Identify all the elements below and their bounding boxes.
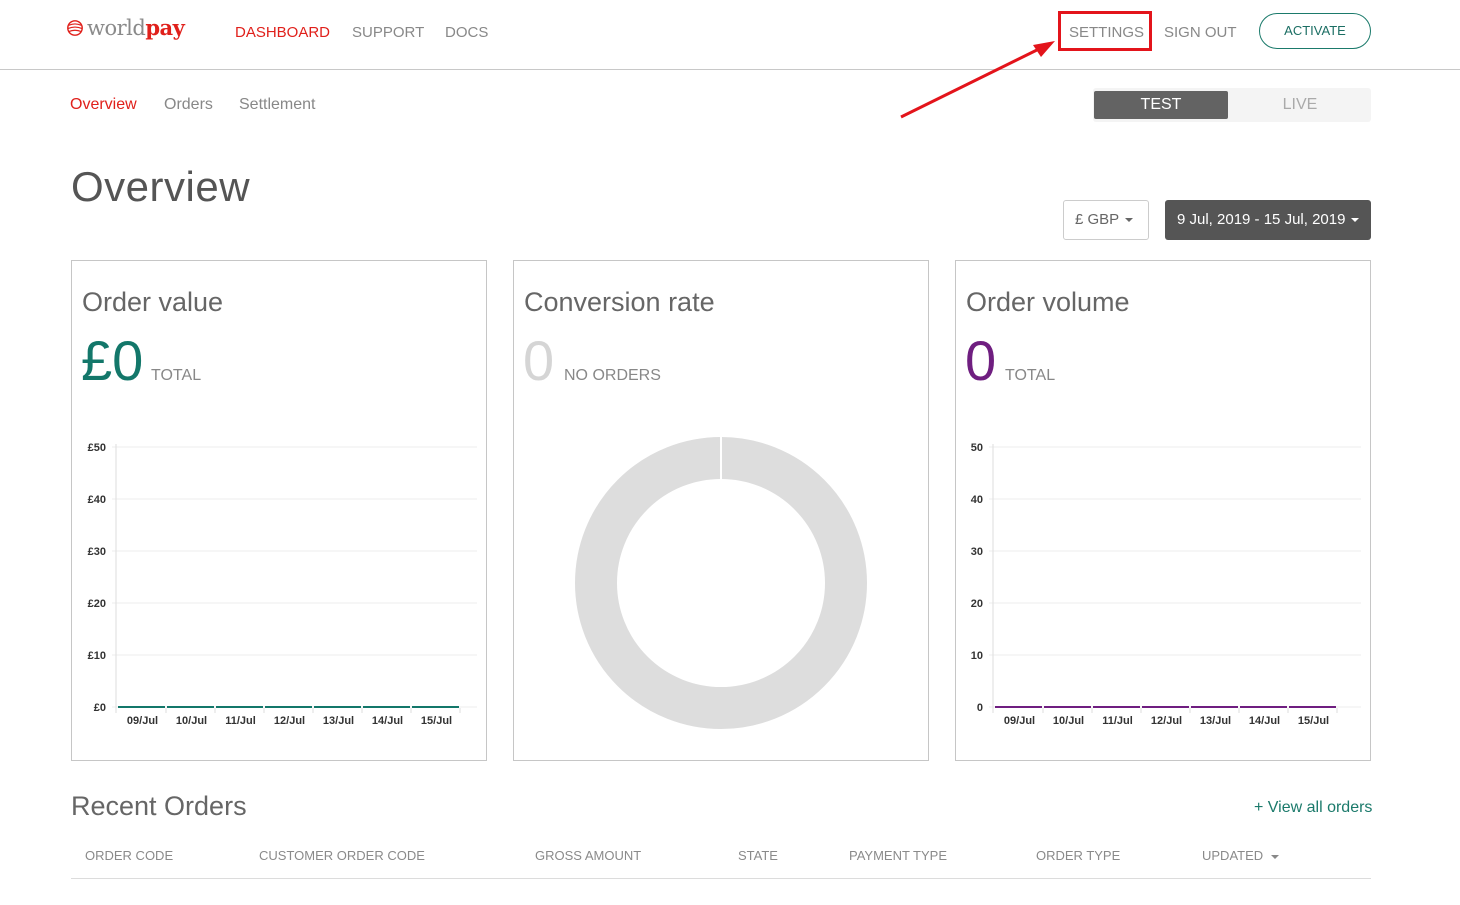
y-tick-label: £40 — [88, 494, 106, 506]
x-tick-label: 15/Jul — [421, 715, 452, 727]
y-tick-label: 50 — [971, 442, 983, 454]
order-volume-chart: 0 10 20 30 40 50 09/Jul 10/Jul 11/Jul 12/Jul 13/Ju… — [971, 442, 1361, 727]
bar — [412, 706, 459, 708]
column-header-updated[interactable]: UPDATED — [1202, 848, 1280, 863]
globe-icon — [67, 19, 83, 36]
donut-slice — [575, 437, 867, 729]
conversion-rate-donut — [575, 437, 867, 729]
conversion-rate-value: 0 — [523, 329, 555, 392]
column-header-updated-label: UPDATED — [1202, 848, 1264, 863]
settings-highlight-box — [1058, 11, 1152, 51]
caret-down-icon — [1351, 218, 1360, 223]
card-unit-label: NO ORDERS — [564, 367, 661, 384]
bar — [1191, 706, 1238, 708]
y-tick-label: £30 — [88, 546, 106, 558]
nav-docs[interactable]: DOCS — [445, 24, 488, 41]
annotation-arrow-icon — [900, 41, 1055, 119]
x-tick-label: 10/Jul — [176, 715, 207, 727]
card-title: Order value — [82, 287, 224, 317]
bar — [167, 706, 214, 708]
x-tick-label: 09/Jul — [127, 715, 158, 727]
worldpay-logo[interactable]: worldpay — [66, 15, 185, 40]
bar — [118, 706, 165, 708]
y-tick-label: £20 — [88, 598, 106, 610]
bar — [363, 706, 410, 708]
column-header-state[interactable]: STATE — [738, 848, 778, 863]
y-tick-label: £10 — [88, 650, 106, 662]
subnav-settlement[interactable]: Settlement — [239, 96, 315, 114]
caret-down-icon — [1125, 218, 1134, 223]
x-tick-label: 15/Jul — [1298, 715, 1329, 727]
column-header-gross-amount[interactable]: GROSS AMOUNT — [535, 848, 641, 863]
bar — [1142, 706, 1189, 708]
bar — [1093, 706, 1140, 708]
y-tick-label: 30 — [971, 546, 983, 558]
y-tick-label: 0 — [977, 702, 983, 714]
order-value-card: Order value £0 TOTAL £0 £10 £20 £30 £40 £50 09… — [71, 260, 487, 761]
column-header-order-type[interactable]: ORDER TYPE — [1036, 848, 1120, 863]
page-title: Overview — [71, 163, 251, 210]
logo-text-world: world — [87, 16, 146, 40]
nav-support[interactable]: SUPPORT — [352, 24, 424, 41]
activate-button[interactable]: ACTIVATE — [1259, 13, 1371, 49]
currency-dropdown[interactable]: £ GBP — [1063, 200, 1149, 240]
logo-text-pay: pay — [145, 15, 185, 40]
bar — [1240, 706, 1287, 708]
conversion-rate-card: Conversion rate 0 NO ORDERS — [513, 260, 929, 761]
view-all-orders-link[interactable]: + View all orders — [1254, 799, 1372, 817]
card-unit-label: TOTAL — [1005, 367, 1056, 384]
card-title: Order volume — [966, 287, 1130, 317]
order-value-total: £0 — [81, 329, 144, 392]
x-tick-label: 10/Jul — [1053, 715, 1084, 727]
env-test-button[interactable]: TEST — [1094, 91, 1228, 119]
y-tick-label: £50 — [88, 442, 106, 454]
bar — [1044, 706, 1091, 708]
currency-value: £ GBP — [1075, 211, 1120, 228]
subnav-orders[interactable]: Orders — [164, 96, 213, 114]
bar — [314, 706, 361, 708]
order-volume-card: Order volume 0 TOTAL 0 10 20 30 40 50 09/Jul 10… — [955, 260, 1371, 761]
bar — [995, 706, 1042, 708]
bar — [1289, 706, 1336, 708]
column-header-payment-type[interactable]: PAYMENT TYPE — [849, 848, 947, 863]
x-tick-label: 13/Jul — [323, 715, 354, 727]
card-title: Conversion rate — [524, 287, 715, 317]
x-tick-label: 11/Jul — [225, 715, 256, 727]
x-tick-label: 13/Jul — [1200, 715, 1231, 727]
bar — [216, 706, 263, 708]
nav-sign-out[interactable]: SIGN OUT — [1164, 24, 1237, 41]
card-unit-label: TOTAL — [151, 367, 202, 384]
x-tick-label: 12/Jul — [274, 715, 305, 727]
y-tick-label: 40 — [971, 494, 983, 506]
y-tick-label: £0 — [94, 702, 106, 714]
date-range-value: 9 Jul, 2019 - 15 Jul, 2019 — [1177, 211, 1346, 228]
x-tick-label: 14/Jul — [372, 715, 403, 727]
x-tick-label: 11/Jul — [1102, 715, 1133, 727]
table-divider — [71, 878, 1371, 879]
top-bar: worldpay DASHBOARD SUPPORT DOCS SETTINGS… — [0, 0, 1460, 70]
date-range-dropdown[interactable]: 9 Jul, 2019 - 15 Jul, 2019 — [1165, 200, 1371, 240]
y-tick-label: 20 — [971, 598, 983, 610]
environment-toggle: TEST LIVE — [1093, 88, 1371, 122]
subnav-overview[interactable]: Overview — [70, 96, 137, 114]
x-tick-label: 14/Jul — [1249, 715, 1280, 727]
x-tick-label: 12/Jul — [1151, 715, 1182, 727]
order-value-chart: £0 £10 £20 £30 £40 £50 09/Jul 10/Jul 11/Jul 12/Ju… — [88, 442, 477, 727]
bar — [265, 706, 312, 708]
y-tick-label: 10 — [971, 650, 983, 662]
env-live-button[interactable]: LIVE — [1233, 91, 1367, 119]
x-tick-label: 09/Jul — [1004, 715, 1035, 727]
column-header-order-code[interactable]: ORDER CODE — [85, 848, 173, 863]
column-header-customer-order-code[interactable]: CUSTOMER ORDER CODE — [259, 848, 425, 863]
order-volume-total: 0 — [965, 329, 997, 392]
recent-orders-title: Recent Orders — [71, 791, 247, 821]
sort-caret-icon — [1271, 854, 1280, 859]
nav-dashboard[interactable]: DASHBOARD — [235, 24, 330, 41]
